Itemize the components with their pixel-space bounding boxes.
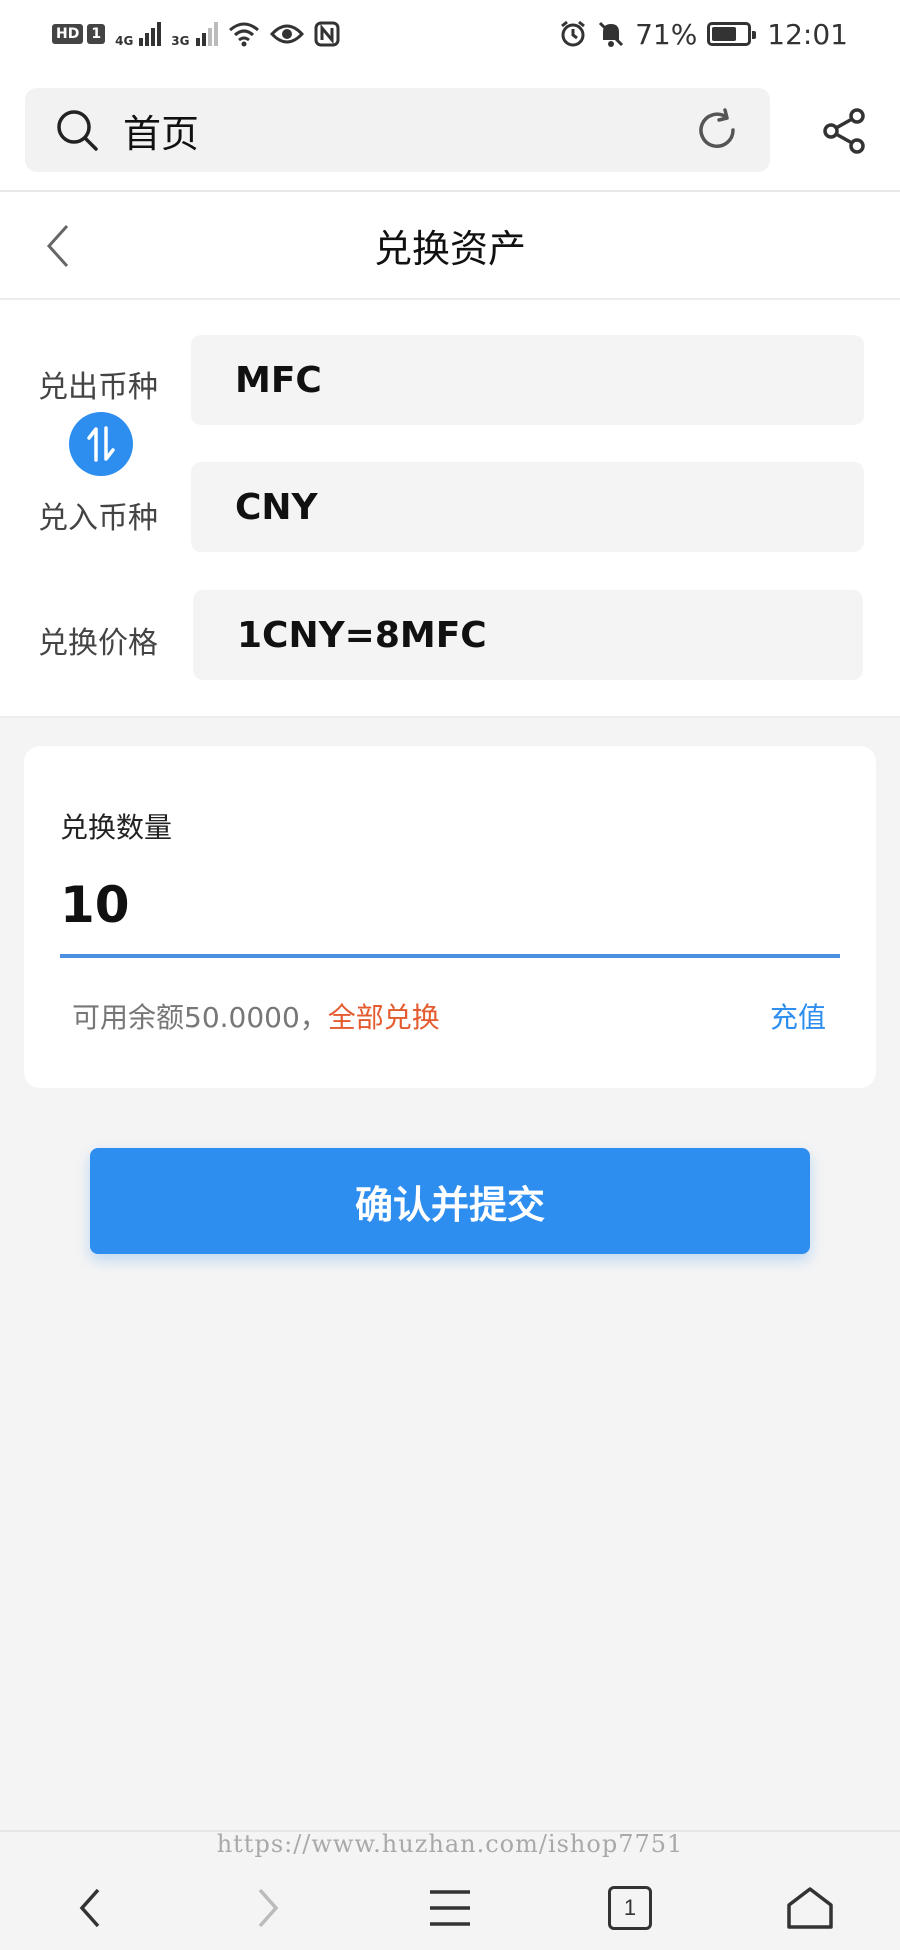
battery-percent: 71% [635,17,698,51]
nav-forward-button[interactable] [228,1868,308,1948]
menu-icon [430,1890,470,1926]
alarm-icon [561,20,585,47]
chevron-left-icon [46,224,69,268]
status-bar: HD 1 4G 3G 71% 12:01 [0,0,900,68]
chevron-right-icon [258,1888,279,1928]
address-bar[interactable]: 首页 [25,88,770,172]
amount-underline [60,954,840,958]
share-icon [823,108,865,154]
swap-button[interactable] [69,412,133,476]
eye-icon [269,24,304,44]
nav-back-button[interactable] [50,1868,130,1948]
nav-menu-button[interactable] [410,1868,490,1948]
browser-bar: 首页 [0,68,900,192]
exchange-all-link[interactable]: 全部兑换 [328,996,440,1036]
tab-count: 1 [608,1886,652,1930]
price-label: 兑换价格 [38,626,158,661]
search-icon [57,110,98,151]
to-currency-label: 兑入币种 [38,501,158,536]
recharge-link[interactable]: 充值 [770,996,826,1036]
watermark: https://www.huzhan.com/ishop7751 [216,1830,684,1858]
wifi-icon [228,22,259,47]
status-left: HD 1 4G 3G [52,20,340,48]
signal-icon-2 [195,22,218,46]
available-balance-text: 可用余额50.0000， [72,1001,328,1034]
amount-label: 兑换数量 [60,811,173,844]
network-type-1: 4G [115,34,134,48]
mute-icon [599,21,624,47]
signal-icon [139,22,162,46]
from-currency-field[interactable]: MFC [191,335,864,425]
nav-home-button[interactable] [770,1868,850,1948]
submit-button[interactable]: 确认并提交 [90,1148,810,1254]
available-balance: 可用余额50.0000， 全部兑换 [72,996,440,1036]
to-currency-field[interactable]: CNY [191,462,864,552]
from-currency-label: 兑出币种 [38,370,158,405]
amount-input[interactable]: 10 [60,876,130,934]
price-field: 1CNY=8MFC [193,590,863,680]
refresh-icon[interactable] [694,107,740,153]
swap-arrows-icon [87,426,115,462]
status-right: 71% 12:01 [559,18,848,51]
home-icon [787,1887,833,1929]
currency-section: 兑出币种 MFC 兑入币种 CNY 兑换价格 1CNY=8MFC [0,300,900,718]
hd-badge: HD [52,24,84,44]
sim-badge: 1 [87,24,106,44]
address-text[interactable]: 首页 [123,103,694,158]
clock: 12:01 [767,17,848,51]
page-title: 兑换资产 [373,226,526,271]
share-button[interactable] [812,98,878,164]
nfc-icon [314,21,339,47]
chevron-left-icon [79,1888,100,1928]
battery-icon [707,22,757,46]
network-type-2: 3G [171,34,190,48]
battery-fill [712,27,737,41]
page-header: 兑换资产 [0,192,900,300]
back-button[interactable] [30,218,86,274]
nav-tabs-button[interactable]: 1 [590,1868,670,1948]
amount-card: 兑换数量 10 可用余额50.0000， 全部兑换 充值 [24,746,876,1088]
